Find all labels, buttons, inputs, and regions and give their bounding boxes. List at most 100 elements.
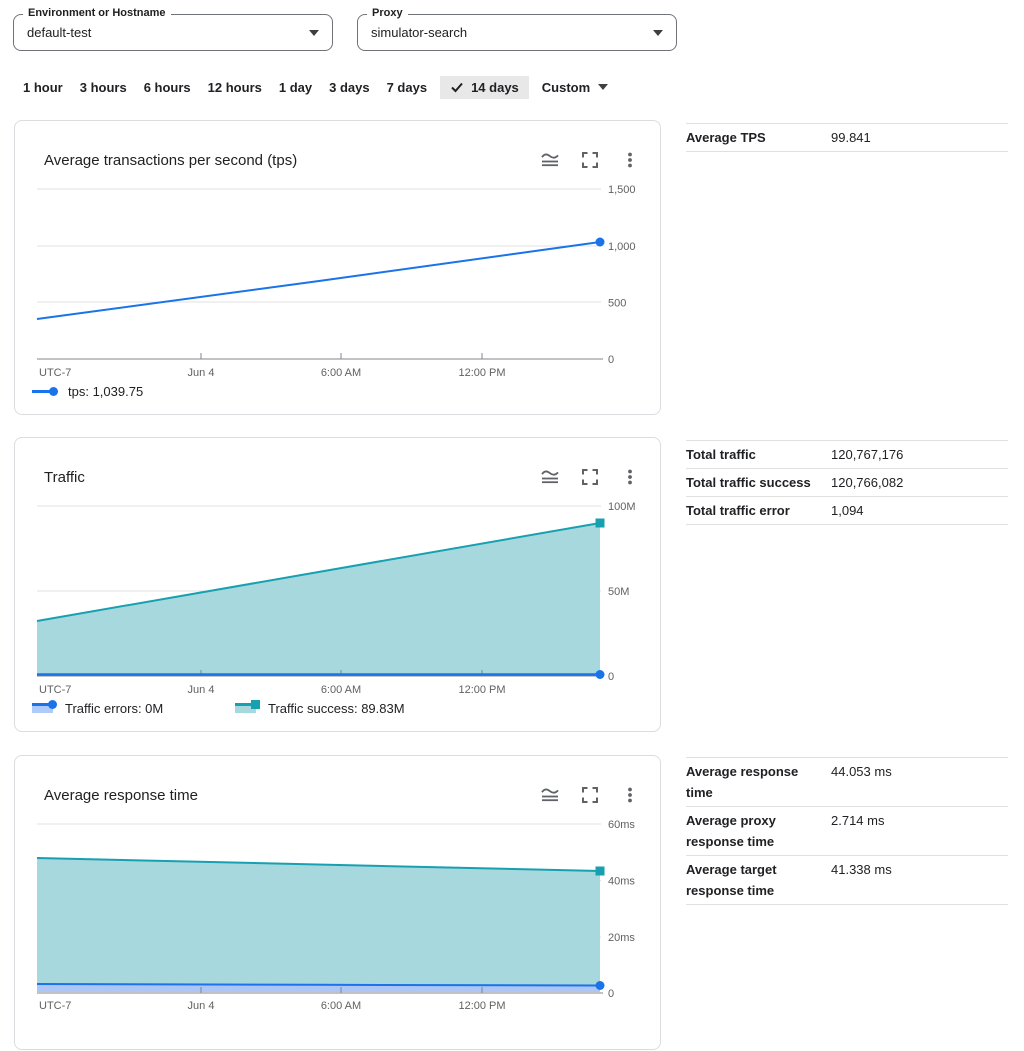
- stat-row: Average response time 44.053 ms: [686, 758, 1008, 807]
- environment-select-value: default-test: [27, 15, 91, 50]
- x-tick-label: 6:00 AM: [321, 684, 361, 696]
- stats-panel-response-time: Average response time 44.053 ms Average …: [686, 757, 1008, 905]
- timezone-label: UTC-7: [39, 1000, 71, 1012]
- stat-row: Total traffic success 120,766,082: [686, 469, 1008, 497]
- stat-row: Average proxy response time 2.714 ms: [686, 807, 1008, 856]
- area-chart-icon: [540, 786, 560, 804]
- y-tick-label: 1,000: [608, 241, 636, 253]
- y-tick-label: 50M: [608, 586, 629, 598]
- fullscreen-button[interactable]: [578, 783, 602, 807]
- traffic-success-swatch: [235, 703, 256, 713]
- stat-row: Average TPS 99.841: [686, 124, 1008, 152]
- fullscreen-icon: [581, 786, 599, 804]
- card-title: Average transactions per second (tps): [44, 152, 297, 169]
- fullscreen-icon: [581, 468, 599, 486]
- tps-end-point-marker: [596, 238, 605, 247]
- stat-value: 120,767,176: [831, 444, 1008, 465]
- time-range-14-days-selected[interactable]: 14 days: [440, 76, 529, 99]
- y-tick-label: 40ms: [608, 876, 635, 888]
- fullscreen-button[interactable]: [578, 148, 602, 172]
- area-chart-icon: [540, 468, 560, 486]
- kebab-menu-icon: [621, 786, 639, 804]
- dropdown-arrow-icon: [653, 30, 663, 36]
- x-tick-label: Jun 4: [188, 1000, 215, 1012]
- proxy-select[interactable]: Proxy simulator-search: [357, 14, 677, 51]
- legend-label: Traffic errors: 0M: [65, 701, 163, 716]
- more-options-button[interactable]: [618, 783, 642, 807]
- environment-select[interactable]: Environment or Hostname default-test: [13, 14, 333, 51]
- chart-type-button[interactable]: [538, 148, 562, 172]
- proxy-select-value: simulator-search: [371, 15, 467, 50]
- stat-row: Total traffic 120,767,176: [686, 441, 1008, 469]
- time-range-bar: 1 hour 3 hours 6 hours 12 hours 1 day 3 …: [23, 75, 608, 99]
- time-range-1-day[interactable]: 1 day: [279, 80, 312, 95]
- time-range-custom-label: Custom: [542, 80, 590, 95]
- card-actions: [538, 465, 642, 489]
- traffic-success-end-marker: [596, 519, 605, 528]
- total-response-area: [37, 858, 600, 992]
- stat-label: Average proxy response time: [686, 810, 816, 852]
- stat-value: 2.714 ms: [831, 810, 1008, 852]
- y-tick-label: 500: [608, 298, 626, 310]
- traffic-errors-end-marker: [596, 670, 605, 679]
- time-range-3-hours[interactable]: 3 hours: [80, 80, 127, 95]
- chart-type-button[interactable]: [538, 465, 562, 489]
- proxy-performance-dashboard: { "filters": { "environment": { "label":…: [0, 0, 1024, 1003]
- time-range-14-days-label: 14 days: [471, 80, 519, 95]
- time-range-3-days[interactable]: 3 days: [329, 80, 369, 95]
- time-range-6-hours[interactable]: 6 hours: [144, 80, 191, 95]
- stat-label: Total traffic error: [686, 500, 816, 521]
- y-tick-label: 0: [608, 671, 614, 683]
- x-tick-label: Jun 4: [188, 684, 215, 696]
- x-tick-label: 12:00 PM: [458, 367, 505, 379]
- legend-label: tps: 1,039.75: [68, 384, 143, 399]
- time-range-7-days[interactable]: 7 days: [387, 80, 427, 95]
- card-average-tps: 1,500 1,000 500 0 UTC-7 Jun 4 6:00 AM 12…: [14, 120, 661, 415]
- stat-row: Total traffic error 1,094: [686, 497, 1008, 525]
- card-title: Traffic: [44, 469, 85, 486]
- chevron-down-icon: [598, 84, 608, 90]
- stat-label: Average response time: [686, 761, 816, 803]
- legend-label: Traffic success: 89.83M: [268, 701, 405, 716]
- x-tick-label: Jun 4: [188, 367, 215, 379]
- fullscreen-icon: [581, 151, 599, 169]
- legend-item-traffic-success: Traffic success: 89.83M: [235, 699, 405, 717]
- stats-panel-traffic: Total traffic 120,767,176 Total traffic …: [686, 440, 1008, 525]
- stat-label: Average target response time: [686, 859, 816, 901]
- y-tick-label: 0: [608, 988, 614, 1000]
- x-tick-label: 12:00 PM: [458, 1000, 505, 1012]
- stat-value: 1,094: [831, 500, 1008, 521]
- time-range-custom[interactable]: Custom: [542, 80, 608, 95]
- stat-label: Average TPS: [686, 127, 816, 148]
- x-tick-label: 12:00 PM: [458, 684, 505, 696]
- stat-label: Total traffic: [686, 444, 816, 465]
- more-options-button[interactable]: [618, 148, 642, 172]
- total-response-line: [37, 858, 600, 871]
- stat-value: 120,766,082: [831, 472, 1008, 493]
- traffic-success-area: [37, 523, 600, 675]
- dropdown-arrow-icon: [309, 30, 319, 36]
- stat-value: 99.841: [831, 127, 1008, 148]
- time-range-12-hours[interactable]: 12 hours: [208, 80, 262, 95]
- stat-label: Total traffic success: [686, 472, 816, 493]
- traffic-errors-swatch: [32, 703, 53, 713]
- time-range-1-hour[interactable]: 1 hour: [23, 80, 63, 95]
- stats-panel-tps: Average TPS 99.841: [686, 123, 1008, 152]
- tps-series-line: [37, 242, 600, 319]
- proxy-response-area: [37, 984, 600, 992]
- check-icon: [450, 80, 464, 94]
- traffic-success-line: [37, 523, 600, 621]
- y-tick-label: 20ms: [608, 932, 635, 944]
- y-tick-label: 0: [608, 354, 614, 366]
- fullscreen-button[interactable]: [578, 465, 602, 489]
- tps-series-swatch: [32, 390, 56, 393]
- more-options-button[interactable]: [618, 465, 642, 489]
- kebab-menu-icon: [621, 151, 639, 169]
- card-actions: [538, 783, 642, 807]
- chart-type-button[interactable]: [538, 783, 562, 807]
- y-tick-label: 60ms: [608, 819, 635, 831]
- y-tick-label: 1,500: [608, 184, 636, 196]
- stat-value: 44.053 ms: [831, 761, 1008, 803]
- proxy-response-end-marker: [596, 981, 605, 990]
- legend-item-traffic-errors: Traffic errors: 0M: [32, 699, 163, 717]
